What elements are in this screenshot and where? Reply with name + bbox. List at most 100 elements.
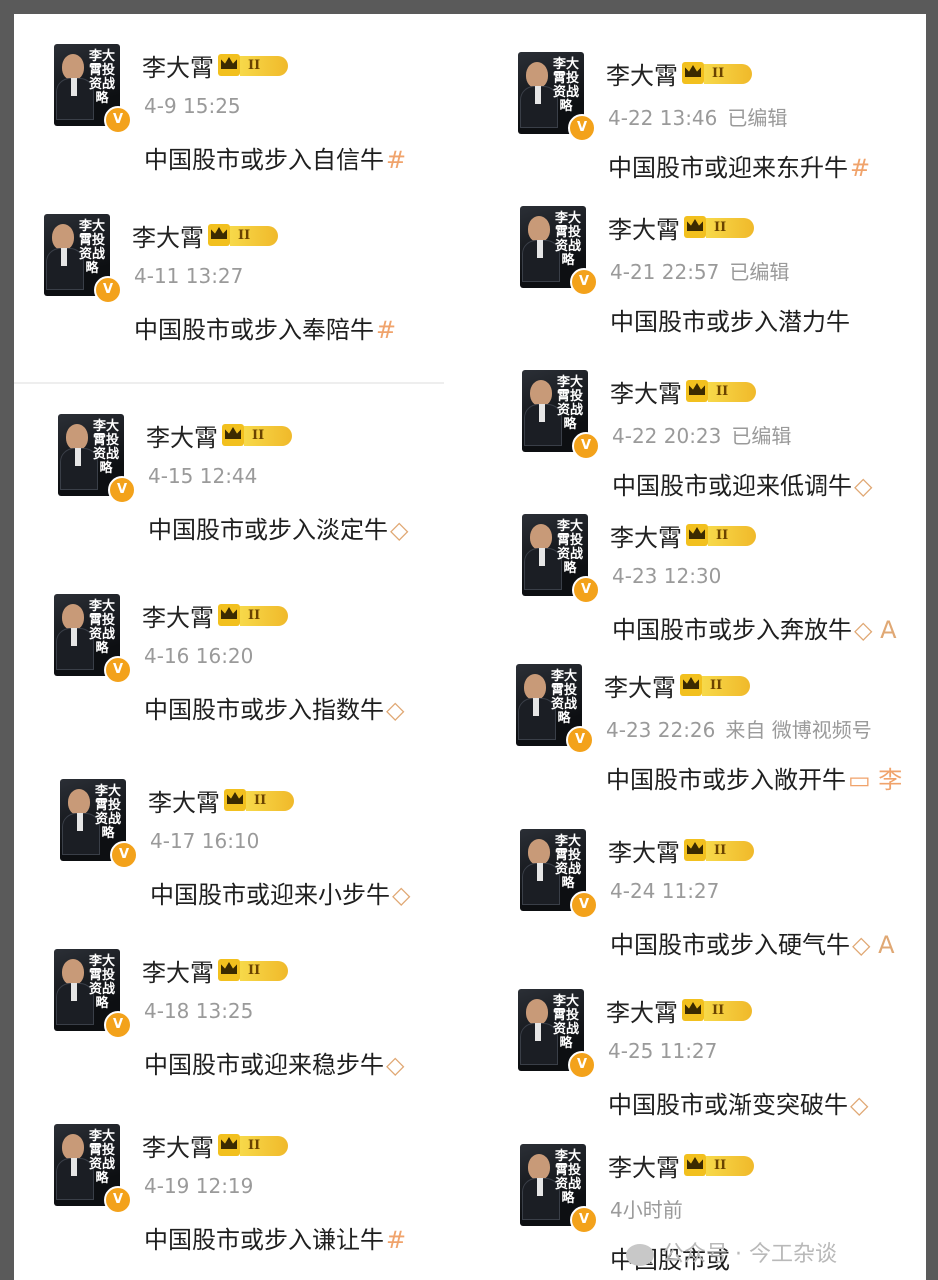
post-text[interactable]: 中国股市或迎来小步牛◇ [150, 875, 410, 910]
vip-badge[interactable]: II [684, 216, 758, 240]
avatar-book-title: 李大霄投资战略 [554, 1149, 581, 1206]
post-time: 4-18 13:25 [144, 999, 254, 1023]
vip-badge[interactable]: II [208, 224, 282, 248]
section-divider [14, 382, 444, 384]
username[interactable]: 李大霄 [608, 1148, 680, 1183]
vip-badge[interactable]: II [222, 424, 296, 448]
username[interactable]: 李大霄 [606, 56, 678, 91]
verified-icon: V [572, 432, 600, 460]
post-text[interactable]: 中国股市或步入指数牛◇ [144, 690, 404, 725]
vip-badge[interactable]: II [686, 524, 760, 548]
post-text[interactable]: 中国股市或步入奉陪牛# [134, 310, 396, 345]
avatar-face [530, 524, 552, 550]
verified-icon: V [566, 726, 594, 754]
crown-icon [218, 54, 240, 76]
crown-icon [218, 604, 240, 626]
vip-badge[interactable]: II [218, 604, 292, 628]
post-text[interactable]: 中国股市或步入潜力牛 [610, 302, 850, 337]
vip-badge[interactable]: II [682, 62, 756, 86]
username[interactable]: 李大霄 [608, 210, 680, 245]
post-text[interactable]: 中国股市或步入自信牛# [144, 140, 406, 175]
post-meta: 4-18 13:25 [144, 999, 253, 1023]
verified-icon: V [104, 1011, 132, 1039]
username[interactable]: 李大霄 [142, 598, 214, 633]
vip-badge[interactable]: II [218, 1134, 292, 1158]
post-text[interactable]: 中国股市或步入敞开牛▭ 李 [606, 760, 902, 795]
username[interactable]: 李大霄 [608, 833, 680, 868]
verified-icon: V [568, 114, 596, 142]
username[interactable]: 李大霄 [146, 418, 218, 453]
post-text[interactable]: 中国股市或步入硬气牛◇ A [610, 925, 895, 960]
crown-icon [208, 224, 230, 246]
badge-level: II [702, 676, 750, 696]
username[interactable]: 李大霄 [148, 783, 220, 818]
avatar-book-title: 李大霄投资战略 [88, 49, 115, 106]
username[interactable]: 李大霄 [132, 218, 204, 253]
badge-level: II [704, 64, 752, 84]
vip-badge[interactable]: II [218, 959, 292, 983]
vip-badge[interactable]: II [680, 674, 754, 698]
avatar-book-title: 李大霄投资战略 [554, 211, 581, 268]
avatar-shirt [61, 248, 67, 266]
badge-level: II [706, 841, 754, 861]
post-tail: ◇ [854, 472, 873, 500]
badge-level: II [240, 1136, 288, 1156]
post-tail: # [850, 154, 871, 182]
post-body: 中国股市或步入自信牛 [144, 146, 384, 174]
avatar-book-title: 李大霄投资战略 [554, 834, 581, 891]
avatar-shirt [75, 448, 81, 466]
post-tail: ◇ [850, 1091, 869, 1119]
username[interactable]: 李大霄 [610, 518, 682, 553]
avatar-book-title: 李大霄投资战略 [556, 519, 583, 576]
crown-icon [684, 1154, 706, 1176]
avatar-book-title: 李大霄投资战略 [552, 994, 579, 1051]
post-text[interactable]: 中国股市或渐变突破牛◇ [608, 1085, 868, 1120]
vip-badge[interactable]: II [682, 999, 756, 1023]
post-meta: 4-15 12:44 [148, 464, 257, 488]
post-body: 中国股市或步入硬气牛 [610, 931, 850, 959]
post-text[interactable]: 中国股市或步入谦让牛# [144, 1220, 406, 1255]
avatar-face [528, 216, 550, 242]
avatar-face [66, 424, 88, 450]
crown-icon [684, 839, 706, 861]
vip-badge[interactable]: II [684, 1154, 758, 1178]
username[interactable]: 李大霄 [142, 953, 214, 988]
post-text[interactable]: 中国股市或迎来稳步牛◇ [144, 1045, 404, 1080]
post-time: 4-16 16:20 [144, 644, 254, 668]
verified-icon: V [568, 1051, 596, 1079]
vip-badge[interactable]: II [218, 54, 292, 78]
verified-icon: V [110, 841, 138, 869]
post-text[interactable]: 中国股市或迎来低调牛◇ [612, 466, 872, 501]
avatar-book-title: 李大霄投资战略 [552, 57, 579, 114]
post-text[interactable]: 中国股市或步入淡定牛◇ [148, 510, 408, 545]
username[interactable]: 李大霄 [606, 993, 678, 1028]
post-time: 4-23 12:30 [612, 564, 722, 588]
username[interactable]: 李大霄 [142, 48, 214, 83]
username[interactable]: 李大霄 [604, 668, 676, 703]
crown-icon [222, 424, 244, 446]
avatar-shirt [537, 240, 543, 258]
post-tail: ◇ [390, 516, 409, 544]
post-text[interactable]: 中国股市或步入奔放牛◇ A [612, 610, 897, 645]
username[interactable]: 李大霄 [142, 1128, 214, 1163]
avatar-book-title: 李大霄投资战略 [92, 419, 119, 476]
post-body: 中国股市或迎来东升牛 [608, 154, 848, 182]
avatar-face [530, 380, 552, 406]
crown-icon [224, 789, 246, 811]
post-text[interactable]: 中国股市或迎来东升牛# [608, 148, 870, 183]
post-body: 中国股市或步入潜力牛 [610, 308, 850, 336]
post-meta: 4-23 12:30 [612, 564, 721, 588]
watermark: 公众号 · 今工杂谈 [626, 1236, 837, 1268]
post-tail: # [376, 316, 397, 344]
vip-badge[interactable]: II [684, 839, 758, 863]
username[interactable]: 李大霄 [610, 374, 682, 409]
crown-icon [686, 380, 708, 402]
post-body: 中国股市或迎来小步牛 [150, 881, 390, 909]
vip-badge[interactable]: II [224, 789, 298, 813]
vip-badge[interactable]: II [686, 380, 760, 404]
verified-icon: V [104, 656, 132, 684]
avatar-shirt [535, 86, 541, 104]
verified-icon: V [104, 1186, 132, 1214]
post-time: 4-9 15:25 [144, 94, 241, 118]
avatar-face [52, 224, 74, 250]
